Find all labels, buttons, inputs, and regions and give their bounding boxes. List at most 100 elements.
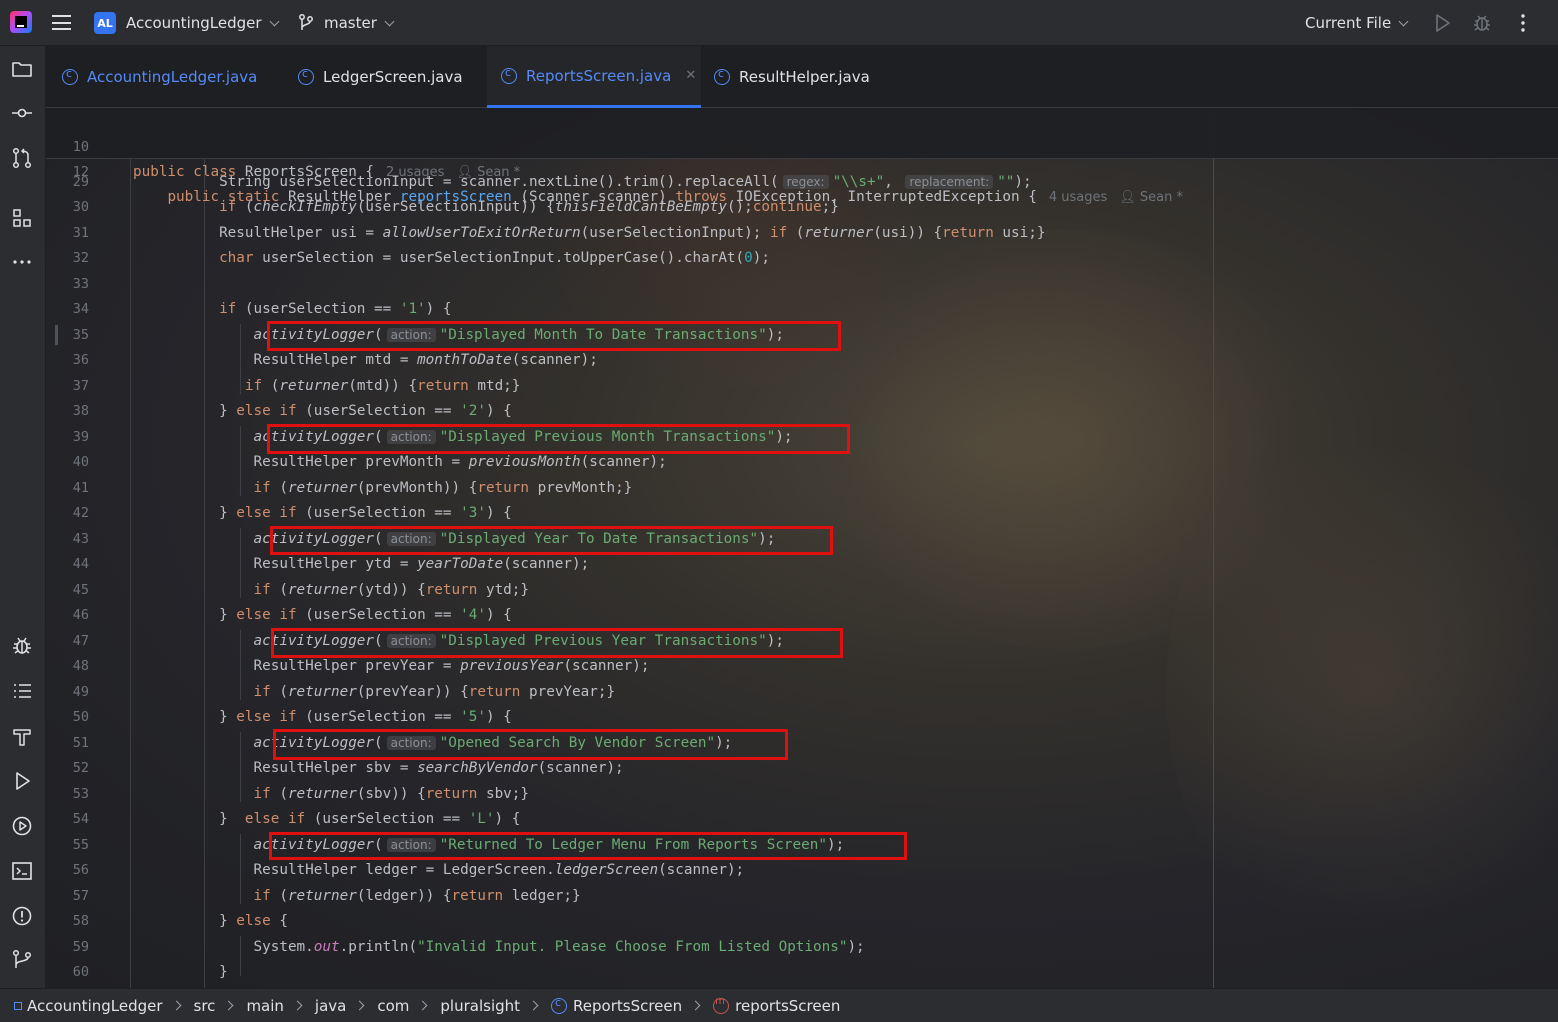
line-number: 55 xyxy=(72,837,89,853)
line-number: 45 xyxy=(72,582,89,598)
code-line[interactable]: 33 xyxy=(46,272,1558,297)
tab-reportsscreen[interactable]: ReportsScreen.java ✕ xyxy=(487,46,701,108)
code-line[interactable]: 49 if (returner(prevYear)) {return prevY… xyxy=(46,680,1558,705)
code-line[interactable]: 58 } else { xyxy=(46,909,1558,934)
breadcrumb-label: ReportsScreen xyxy=(573,996,683,1015)
breadcrumb-label: java xyxy=(314,996,347,1015)
code-line[interactable]: 52 ResultHelper sbv = searchByVendor(sca… xyxy=(46,756,1558,781)
line-number: 49 xyxy=(72,684,89,700)
project-badge[interactable]: AL xyxy=(94,12,116,34)
code-line[interactable]: 48 ResultHelper prevYear = previousYear(… xyxy=(46,654,1558,679)
usages-hint[interactable]: 2 usages xyxy=(386,165,444,180)
code-editor[interactable]: 10 public class ReportsScreen {2 usages 👤… xyxy=(46,109,1558,988)
build-icon[interactable] xyxy=(11,725,33,747)
project-folder-icon[interactable] xyxy=(11,58,33,80)
problems-icon[interactable] xyxy=(11,905,33,927)
code-line[interactable]: 59 System.out.println("Invalid Input. Pl… xyxy=(46,935,1558,960)
tab-resulthelper[interactable]: ResultHelper.java xyxy=(700,46,900,108)
breadcrumb-item[interactable]: main xyxy=(246,997,283,1015)
breadcrumb-label: src xyxy=(193,996,216,1015)
terminal-icon[interactable] xyxy=(11,860,33,882)
line-number: 50 xyxy=(72,709,89,725)
breadcrumb-label: pluralsight xyxy=(440,996,521,1015)
code-line[interactable]: 32 char userSelection = userSelectionInp… xyxy=(46,246,1558,271)
class-icon xyxy=(501,66,517,84)
breadcrumb-item[interactable]: pluralsight xyxy=(440,997,520,1015)
tab-accountingledger[interactable]: AccountingLedger.java xyxy=(48,46,270,108)
code-line[interactable]: 46 } else if (userSelection == '4') { xyxy=(46,603,1558,628)
keyword: public class xyxy=(133,164,237,180)
code-line[interactable]: 34 if (userSelection == '1') { xyxy=(46,297,1558,322)
pull-requests-icon[interactable] xyxy=(11,147,33,169)
app-logo-icon[interactable] xyxy=(10,11,32,33)
code-line[interactable]: 60 } xyxy=(46,960,1558,985)
code-line[interactable]: 55 activityLogger(action: "Returned To Le… xyxy=(46,833,1558,858)
line-number: 34 xyxy=(72,301,89,317)
title-bar: AL AccountingLedger master Current File xyxy=(0,0,1558,46)
main-menu-icon[interactable] xyxy=(52,15,71,30)
chevron-down-icon xyxy=(384,16,395,26)
sticky-scroll-header[interactable]: 10 public class ReportsScreen {2 usages 👤… xyxy=(46,109,1558,205)
chevron-right-icon xyxy=(354,1000,365,1011)
chevron-right-icon xyxy=(292,1000,303,1011)
code-line[interactable]: 37 if (returner(mtd)) {return mtd;} xyxy=(46,374,1558,399)
code-line[interactable]: 51 activityLogger(action: "Opened Search … xyxy=(46,731,1558,756)
code-line[interactable]: 44 ResultHelper ytd = yearToDate(scanner… xyxy=(46,552,1558,577)
chevron-right-icon xyxy=(223,1000,234,1011)
code-line[interactable]: 47 activityLogger(action: "Displayed Prev… xyxy=(46,629,1558,654)
code-line[interactable]: 50 } else if (userSelection == '5') { xyxy=(46,705,1558,730)
debug-icon[interactable] xyxy=(11,635,33,657)
more-tools-icon[interactable] xyxy=(11,251,33,273)
line-number: 32 xyxy=(72,250,89,266)
code-line[interactable]: 54 } else if (userSelection == 'L') { xyxy=(46,807,1558,832)
code-line[interactable]: 56 ResultHelper ledger = LedgerScreen.le… xyxy=(46,858,1558,883)
more-icon[interactable] xyxy=(1512,12,1534,34)
project-selector[interactable]: AccountingLedger xyxy=(126,0,279,46)
code-line[interactable]: 41 if (returner(prevMonth)) {return prev… xyxy=(46,476,1558,501)
code-line[interactable]: 35 activityLogger(action: "Displayed Mont… xyxy=(46,323,1558,348)
breadcrumb-item[interactable]: src xyxy=(194,997,216,1015)
code-line[interactable]: 31 ResultHelper usi = allowUserToExitOrR… xyxy=(46,221,1558,246)
breadcrumb-label: reportsScreen xyxy=(735,996,841,1015)
branch-selector[interactable]: master xyxy=(324,0,395,46)
run-icon[interactable] xyxy=(11,770,33,792)
run-icon[interactable] xyxy=(1431,12,1453,34)
sticky-line[interactable]: 10 public class ReportsScreen {2 usages 👤… xyxy=(46,110,1558,180)
debug-icon[interactable] xyxy=(1471,12,1493,34)
tab-label: ResultHelper.java xyxy=(739,68,870,86)
close-icon[interactable]: ✕ xyxy=(685,68,696,83)
commit-icon[interactable] xyxy=(11,102,33,124)
breadcrumb-item[interactable]: reportsScreen xyxy=(713,996,841,1015)
code-line[interactable]: 36 ResultHelper mtd = monthToDate(scanne… xyxy=(46,348,1558,373)
line-number: 58 xyxy=(72,913,89,929)
structure-icon[interactable] xyxy=(11,207,33,229)
sticky-line[interactable]: 12 public static ResultHelper reportsScr… xyxy=(46,135,1558,205)
code-line[interactable]: 57 if (returner(ledger)) {return ledger;… xyxy=(46,884,1558,909)
run-config-selector[interactable]: Current File xyxy=(1305,0,1409,46)
code-line[interactable]: 40 ResultHelper prevMonth = previousMont… xyxy=(46,450,1558,475)
code-line[interactable]: 45 if (returner(ytd)) {return ytd;} xyxy=(46,578,1558,603)
breadcrumb-item[interactable]: ReportsScreen xyxy=(551,996,683,1015)
breadcrumb-item[interactable]: java xyxy=(315,997,346,1015)
code-line[interactable]: 38 } else if (userSelection == '2') { xyxy=(46,399,1558,424)
chevron-down-icon xyxy=(1398,16,1409,26)
navigation-breadcrumb: AccountingLedger src main java com plura… xyxy=(0,988,1558,1022)
breadcrumb-item[interactable]: AccountingLedger xyxy=(14,997,163,1015)
code-line[interactable]: 39 activityLogger(action: "Displayed Prev… xyxy=(46,425,1558,450)
todo-icon[interactable] xyxy=(11,680,33,702)
git-icon[interactable] xyxy=(11,949,33,971)
class-icon xyxy=(62,67,78,85)
usages-hint[interactable]: 4 usages xyxy=(1049,190,1107,205)
code-line[interactable]: 42 } else if (userSelection == '3') { xyxy=(46,501,1558,526)
code-line[interactable]: 43 activityLogger(action: "Displayed Year… xyxy=(46,527,1558,552)
breadcrumb-item[interactable]: com xyxy=(377,997,409,1015)
tab-ledgerscreen[interactable]: LedgerScreen.java xyxy=(284,46,484,108)
chevron-right-icon xyxy=(528,1000,539,1011)
author-name: Sean * xyxy=(477,165,521,180)
services-icon[interactable] xyxy=(11,815,33,837)
module-icon xyxy=(14,1001,22,1010)
line-number: 47 xyxy=(72,633,89,649)
line-number: 41 xyxy=(72,480,89,496)
tool-window-strip xyxy=(0,46,46,988)
code-line[interactable]: 53 if (returner(sbv)) {return sbv;} xyxy=(46,782,1558,807)
